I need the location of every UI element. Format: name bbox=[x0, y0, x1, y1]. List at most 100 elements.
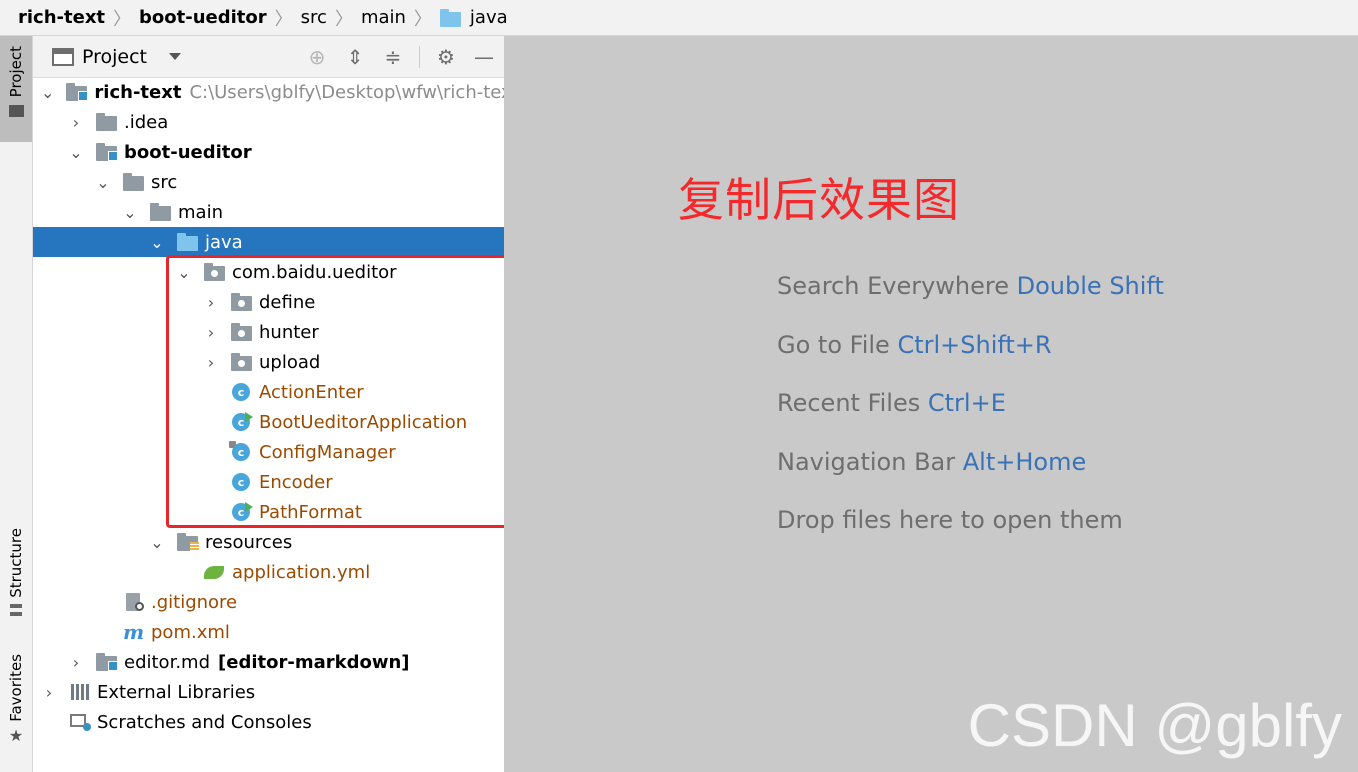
tab-project[interactable]: Project bbox=[0, 36, 32, 142]
tree-row-hunter[interactable]: › hunter bbox=[33, 317, 504, 347]
maven-icon: m bbox=[123, 620, 145, 644]
tree-row-module-label: boot-ueditor bbox=[124, 141, 252, 163]
chevron-right-icon[interactable]: › bbox=[203, 323, 219, 342]
tree-row-editor-md-module: [editor-markdown] bbox=[218, 651, 410, 673]
tree-row-actionenter-label: ActionEnter bbox=[259, 381, 364, 403]
tree-row-resources[interactable]: ⌄ resources bbox=[33, 527, 504, 557]
tree-row-actionenter[interactable]: c ActionEnter bbox=[33, 377, 504, 407]
tree-row-bootueditorapplication[interactable]: c BootUeditorApplication bbox=[33, 407, 504, 437]
scratches-icon bbox=[69, 713, 91, 731]
watermark: CSDN @gblfy bbox=[967, 692, 1342, 759]
tree-row-root-path: C:\Users\gblfy\Desktop\wfw\rich-text bbox=[189, 81, 519, 103]
tree-row-editor-md-label: editor.md bbox=[124, 651, 211, 673]
tree-row-encoder[interactable]: c Encoder bbox=[33, 467, 504, 497]
tab-favorites-label: Favorites bbox=[7, 654, 25, 722]
tree-row-gitignore[interactable]: .gitignore bbox=[33, 587, 504, 617]
tree-row-application-yml[interactable]: application.yml bbox=[33, 557, 504, 587]
collapse-all-icon[interactable]: ≑ bbox=[381, 45, 405, 69]
chevron-down-icon[interactable]: ⌄ bbox=[149, 533, 165, 552]
chevron-down-icon[interactable]: ⌄ bbox=[41, 83, 54, 102]
tree-row-upload-label: upload bbox=[259, 351, 321, 373]
tree-row-src[interactable]: ⌄ src bbox=[33, 167, 504, 197]
breadcrumb-separator-icon: 〉 bbox=[334, 8, 353, 30]
chevron-right-icon[interactable]: › bbox=[41, 683, 57, 702]
separator bbox=[419, 46, 420, 68]
view-dropdown-icon[interactable] bbox=[169, 53, 182, 60]
java-runnable-class-icon: c bbox=[231, 502, 253, 521]
tree-row-external-libraries[interactable]: › External Libraries bbox=[33, 677, 504, 707]
hint-recent-files: Recent Files Ctrl+E bbox=[777, 389, 1164, 448]
tree-row-gitignore-label: .gitignore bbox=[151, 591, 238, 613]
folder-icon bbox=[123, 173, 145, 191]
expand-all-icon[interactable]: ⇕ bbox=[343, 45, 367, 69]
chevron-right-icon[interactable]: › bbox=[203, 353, 219, 372]
tree-row-encoder-label: Encoder bbox=[259, 471, 333, 493]
tree-row-define[interactable]: › define bbox=[33, 287, 504, 317]
tree-row-pom[interactable]: m pom.xml bbox=[33, 617, 504, 647]
chevron-down-icon[interactable]: ⌄ bbox=[122, 203, 138, 222]
breadcrumb-item-main[interactable]: main bbox=[361, 7, 406, 28]
tree-row-idea-label: .idea bbox=[124, 111, 169, 133]
tree-row-scratches[interactable]: Scratches and Consoles bbox=[33, 707, 504, 737]
breadcrumb-item-rich-text[interactable]: rich-text bbox=[18, 7, 105, 28]
chevron-down-icon[interactable]: ⌄ bbox=[176, 263, 192, 282]
chevron-right-icon[interactable]: › bbox=[203, 293, 219, 312]
project-panel-title: Project bbox=[82, 45, 148, 68]
project-panel-header: Project ⊕ ⇕ ≑ ⚙ — bbox=[33, 36, 504, 78]
tree-row-upload[interactable]: › upload bbox=[33, 347, 504, 377]
tree-row-resources-label: resources bbox=[205, 531, 293, 553]
resources-folder-icon bbox=[177, 533, 199, 551]
tree-row-root-label: rich-text bbox=[94, 81, 182, 103]
tab-structure[interactable]: Structure bbox=[0, 528, 32, 628]
gear-icon[interactable]: ⚙ bbox=[434, 45, 458, 69]
tree-row-java[interactable]: ⌄ java bbox=[33, 227, 504, 257]
editor-hints: Search Everywhere Double Shift Go to Fil… bbox=[777, 272, 1164, 565]
chevron-down-icon[interactable]: ⌄ bbox=[68, 143, 84, 162]
tree-row-idea[interactable]: › .idea bbox=[33, 107, 504, 137]
hint-shortcut: Double Shift bbox=[1016, 272, 1164, 300]
tree-row-main[interactable]: ⌄ main bbox=[33, 197, 504, 227]
tree-row-bootueditorapplication-label: BootUeditorApplication bbox=[259, 411, 468, 433]
module-folder-icon bbox=[66, 83, 89, 101]
breadcrumb-item-java-label: java bbox=[469, 7, 508, 28]
tab-project-label: Project bbox=[7, 46, 25, 98]
tab-favorites[interactable]: Favorites ★ bbox=[0, 654, 32, 758]
tree-row-editor-md[interactable]: › editor.md [editor-markdown] bbox=[33, 647, 504, 677]
breadcrumb-item-boot-ueditor[interactable]: boot-ueditor bbox=[139, 7, 267, 28]
chevron-right-icon[interactable]: › bbox=[68, 653, 84, 672]
tree-row-main-label: main bbox=[178, 201, 223, 223]
tree-row-define-label: define bbox=[259, 291, 316, 313]
package-icon bbox=[231, 323, 253, 341]
breadcrumb-item-java[interactable]: java bbox=[439, 7, 508, 28]
hint-drop-files: Drop files here to open them bbox=[777, 506, 1164, 565]
tree-row-pathformat[interactable]: c PathFormat bbox=[33, 497, 504, 527]
tree-row-hunter-label: hunter bbox=[259, 321, 319, 343]
breadcrumb-separator-icon: 〉 bbox=[413, 8, 432, 30]
tree-row-scratches-label: Scratches and Consoles bbox=[97, 711, 312, 733]
tree-row-package-label: com.baidu.ueditor bbox=[232, 261, 397, 283]
project-view-icon bbox=[52, 47, 74, 66]
locate-icon[interactable]: ⊕ bbox=[305, 45, 329, 69]
package-icon bbox=[231, 293, 253, 311]
tree-row-package[interactable]: ⌄ com.baidu.ueditor bbox=[33, 257, 504, 287]
tree-row-configmanager[interactable]: c ConfigManager bbox=[33, 437, 504, 467]
chevron-down-icon[interactable]: ⌄ bbox=[149, 233, 165, 252]
java-runnable-class-icon: c bbox=[231, 412, 253, 431]
hint-search-everywhere: Search Everywhere Double Shift bbox=[777, 272, 1164, 331]
minimize-icon[interactable]: — bbox=[472, 45, 496, 69]
chevron-right-icon[interactable]: › bbox=[68, 113, 84, 132]
breadcrumb-separator-icon: 〉 bbox=[113, 8, 132, 30]
hint-text: Navigation Bar bbox=[777, 447, 956, 476]
tree-row-root[interactable]: ⌄ rich-text C:\Users\gblfy\Desktop\wfw\r… bbox=[33, 77, 519, 107]
breadcrumb: rich-text 〉 boot-ueditor 〉 src 〉 main 〉 … bbox=[0, 0, 1358, 36]
star-icon: ★ bbox=[8, 725, 24, 745]
chevron-down-icon[interactable]: ⌄ bbox=[95, 173, 111, 192]
java-class-icon: c bbox=[229, 441, 253, 461]
tree-row-module[interactable]: ⌄ boot-ueditor bbox=[33, 137, 504, 167]
tab-structure-label: Structure bbox=[7, 528, 25, 598]
hint-text: Drop files here to open them bbox=[777, 506, 1123, 534]
hint-shortcut: Alt+Home bbox=[962, 447, 1087, 476]
breadcrumb-item-src[interactable]: src bbox=[301, 7, 327, 28]
overlay-annotation-title: 复制后效果图 bbox=[678, 173, 960, 227]
editor-empty-area[interactable]: 复制后效果图 Search Everywhere Double Shift Go… bbox=[504, 36, 1358, 772]
